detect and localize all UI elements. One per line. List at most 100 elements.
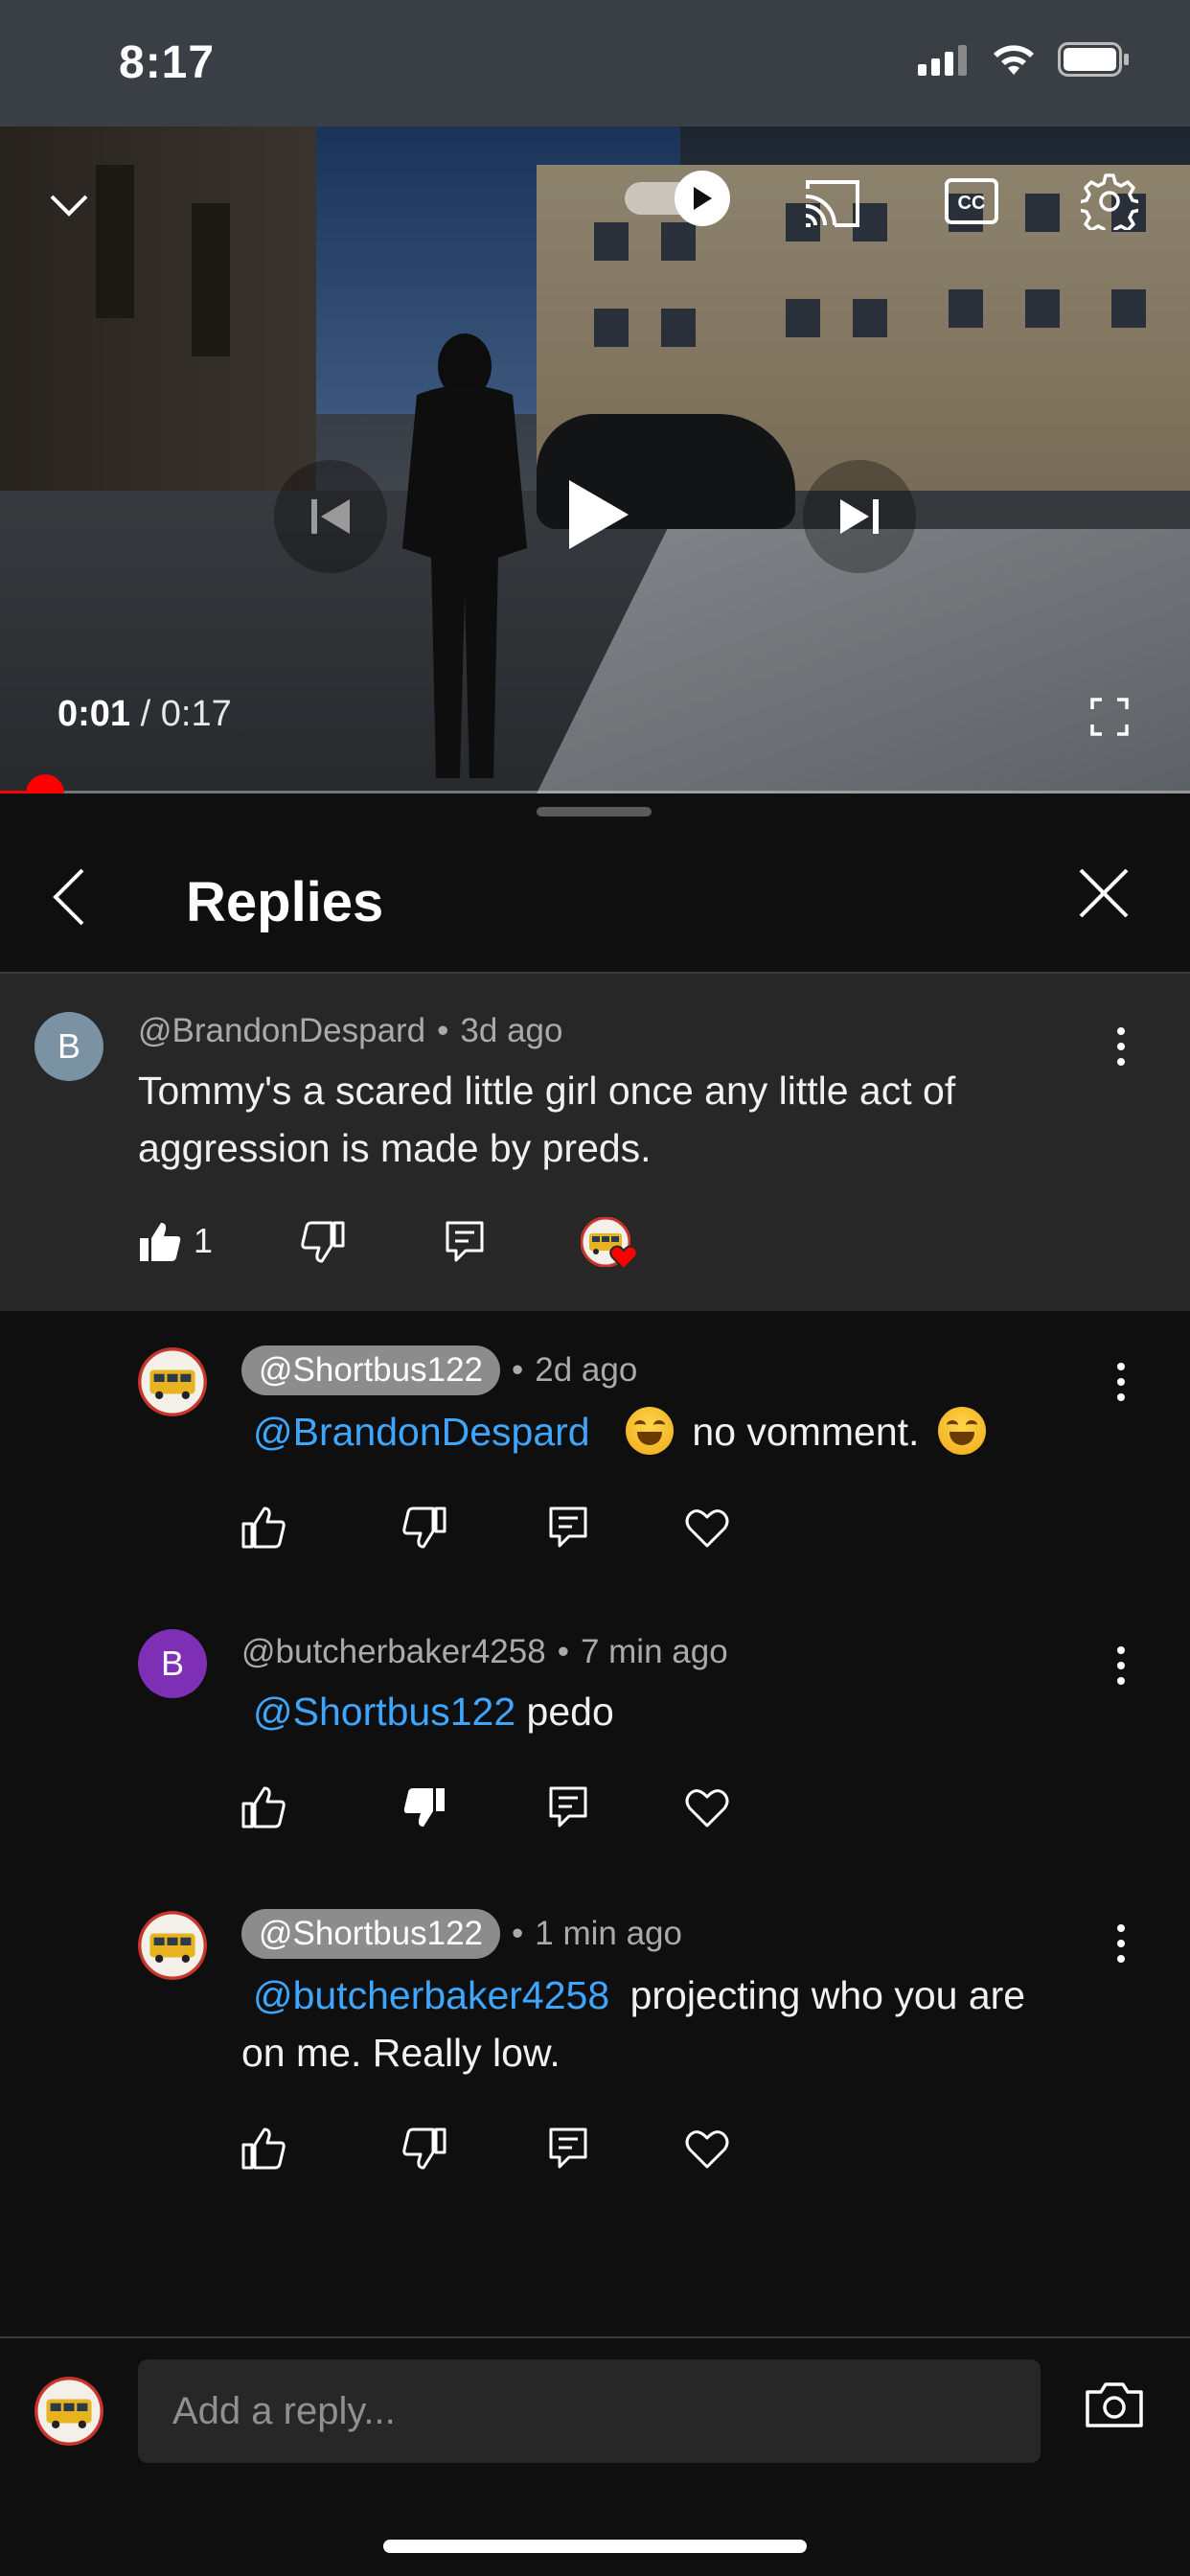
reply-button[interactable] bbox=[445, 1213, 502, 1271]
thumbs-up-icon bbox=[241, 2128, 286, 2170]
more-vertical-icon bbox=[1117, 1363, 1125, 1401]
thumbs-up-icon bbox=[241, 1506, 286, 1549]
autoplay-toggle[interactable] bbox=[625, 171, 730, 226]
like-button[interactable] bbox=[138, 1213, 195, 1271]
comment-menu-button[interactable] bbox=[1111, 1025, 1131, 1073]
comment-author[interactable]: @Shortbus122 bbox=[241, 1346, 501, 1395]
progress-bar[interactable] bbox=[0, 774, 1190, 794]
avatar-letter: B bbox=[57, 1026, 80, 1066]
reply-button[interactable] bbox=[548, 1779, 606, 1836]
play-icon bbox=[694, 187, 712, 210]
camera-button[interactable] bbox=[1085, 2380, 1146, 2442]
svg-text:CC: CC bbox=[958, 193, 986, 214]
parent-comment: B @BrandonDespard • 3d ago Tommy's a sca… bbox=[0, 974, 1190, 1311]
cast-icon bbox=[805, 180, 859, 227]
thumbs-up-icon bbox=[241, 1786, 286, 1828]
mention-link[interactable]: @Shortbus122 bbox=[253, 1690, 515, 1734]
dislike-button[interactable] bbox=[402, 1499, 460, 1556]
panel-header: Replies bbox=[0, 824, 1190, 974]
more-vertical-icon bbox=[1117, 1646, 1125, 1685]
like-button[interactable] bbox=[241, 1779, 299, 1836]
play-icon bbox=[569, 480, 629, 549]
meta-dot: • bbox=[437, 1012, 449, 1049]
cc-icon: CC bbox=[945, 178, 998, 224]
reply-input[interactable] bbox=[138, 2359, 1041, 2463]
comment-body: no vomment. bbox=[692, 1410, 920, 1454]
cast-button[interactable] bbox=[801, 172, 862, 234]
comment-body: pedo bbox=[526, 1690, 614, 1734]
comment-meta: @BrandonDespard • 3d ago bbox=[138, 1012, 562, 1050]
bus-logo-icon bbox=[138, 1347, 207, 1416]
avatar[interactable] bbox=[138, 1347, 207, 1416]
reply-button[interactable] bbox=[548, 2120, 606, 2177]
like-button[interactable] bbox=[241, 1499, 299, 1556]
comment-age: 1 min ago bbox=[535, 1915, 682, 1952]
drag-handle[interactable] bbox=[537, 807, 652, 816]
mention-link[interactable]: @butcherbaker4258 bbox=[253, 1973, 609, 2017]
wifi-icon bbox=[994, 45, 1034, 75]
reply-button[interactable] bbox=[548, 1499, 606, 1556]
status-bar: 8:17 bbox=[0, 0, 1190, 126]
heart-button[interactable] bbox=[684, 2120, 742, 2177]
comment-text: @BrandonDespard no vomment. bbox=[241, 1403, 1104, 1460]
avatar[interactable]: B bbox=[138, 1629, 207, 1698]
close-button[interactable] bbox=[1077, 866, 1146, 935]
panel-title: Replies bbox=[186, 871, 384, 933]
heart-outline-icon bbox=[685, 1509, 729, 1548]
dislike-button[interactable] bbox=[402, 2120, 460, 2177]
battery-icon bbox=[1058, 42, 1129, 77]
time-separator: / bbox=[140, 694, 151, 734]
status-icons bbox=[918, 42, 1131, 77]
avatar-letter: B bbox=[160, 1644, 184, 1683]
comment-menu-button[interactable] bbox=[1111, 1644, 1131, 1692]
dislike-button[interactable] bbox=[402, 1779, 460, 1836]
autoplay-knob bbox=[675, 171, 730, 226]
bus-logo-icon bbox=[34, 2377, 103, 2446]
avatar[interactable]: B bbox=[34, 1012, 103, 1081]
comment-meta: @Shortbus122 • 2d ago bbox=[241, 1346, 637, 1395]
time-readout: 0:01 / 0:17 bbox=[57, 694, 232, 735]
laughing-emoji-icon bbox=[626, 1407, 675, 1456]
chevron-left-icon bbox=[53, 868, 84, 926]
back-button[interactable] bbox=[50, 866, 107, 935]
reply-comment-icon bbox=[549, 2128, 587, 2169]
current-time: 0:01 bbox=[57, 694, 131, 734]
fullscreen-button[interactable] bbox=[1085, 692, 1134, 742]
comment-menu-button[interactable] bbox=[1111, 1922, 1131, 1970]
comment-body: projecting who you are bbox=[629, 1973, 1026, 2017]
laughing-emoji-icon bbox=[937, 1407, 986, 1456]
heart-outline-icon bbox=[685, 1789, 729, 1828]
comment-age: 3d ago bbox=[460, 1012, 563, 1049]
reply-comment-icon bbox=[549, 1786, 587, 1828]
more-vertical-icon bbox=[1117, 1027, 1125, 1066]
previous-button[interactable] bbox=[274, 460, 387, 573]
avatar[interactable] bbox=[138, 1911, 207, 1980]
minimize-button[interactable] bbox=[42, 178, 96, 232]
next-button[interactable] bbox=[803, 460, 916, 573]
comment-author[interactable]: @butcherbaker4258 bbox=[241, 1633, 546, 1671]
heart-button[interactable] bbox=[684, 1779, 742, 1836]
comment-menu-button[interactable] bbox=[1111, 1361, 1131, 1409]
dislike-button[interactable] bbox=[301, 1213, 358, 1271]
like-button[interactable] bbox=[241, 2120, 299, 2177]
comment-author[interactable]: @BrandonDespard bbox=[138, 1012, 425, 1050]
captions-button[interactable]: CC bbox=[943, 172, 1000, 230]
thumbs-down-icon bbox=[301, 1221, 345, 1263]
reply-comment-icon bbox=[446, 1221, 484, 1262]
heart-button[interactable] bbox=[684, 1499, 742, 1556]
comment-line: on me. Really low. bbox=[241, 2031, 561, 2075]
meta-dot: • bbox=[512, 1915, 524, 1952]
comment-author[interactable]: @Shortbus122 bbox=[241, 1909, 501, 1959]
settings-button[interactable] bbox=[1079, 171, 1140, 232]
video-player[interactable]: CC 0:01 / 0:17 bbox=[0, 126, 1190, 794]
fullscreen-icon bbox=[1090, 698, 1129, 736]
play-button[interactable] bbox=[537, 452, 661, 577]
mention-link[interactable]: @BrandonDespard bbox=[253, 1410, 590, 1454]
comment-age: 2d ago bbox=[535, 1351, 638, 1389]
next-icon bbox=[840, 499, 879, 534]
like-count: 1 bbox=[194, 1221, 214, 1260]
status-time: 8:17 bbox=[119, 37, 216, 88]
thumbs-down-filled-icon bbox=[403, 1788, 445, 1827]
thumbs-down-icon bbox=[402, 2128, 446, 2170]
heart-outline-icon bbox=[685, 2130, 729, 2169]
